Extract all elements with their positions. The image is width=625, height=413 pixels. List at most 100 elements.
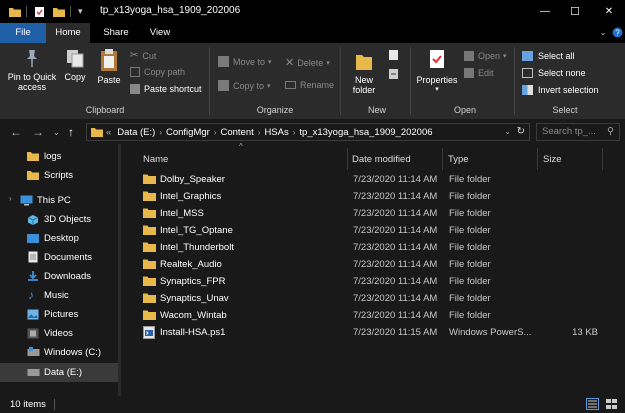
chevron-right-icon[interactable]: › — [293, 128, 296, 137]
up-arrow-icon[interactable]: ↑ — [68, 125, 74, 139]
refresh-icon[interactable]: ↻ — [517, 126, 525, 137]
address-history-chevron-icon[interactable]: ⌄ — [504, 127, 511, 136]
collapse-ribbon-icon[interactable]: ⌄ — [596, 23, 610, 43]
maximize-button[interactable]: ☐ — [560, 0, 590, 23]
nav-item-downloads[interactable]: Downloads — [0, 267, 118, 286]
chevron-right-icon[interactable]: › — [258, 128, 261, 137]
column-divider[interactable] — [442, 148, 443, 170]
tab-file[interactable]: File — [0, 23, 46, 43]
nav-item-data-e[interactable]: Data (E:) — [0, 363, 118, 382]
copy-path-icon — [130, 67, 140, 77]
column-divider[interactable] — [602, 148, 603, 170]
group-label-open: Open — [453, 105, 477, 115]
copy-path-button[interactable]: Copy path — [130, 67, 185, 77]
tab-view[interactable]: View — [140, 23, 180, 43]
table-row[interactable]: Intel_Thunderbolt 7/23/2020 11:14 AM Fil… — [142, 239, 612, 256]
navigation-pane: logs Scripts › This PC 3D Objects Deskto… — [0, 144, 121, 396]
select-all-button[interactable]: Select all — [522, 51, 575, 61]
file-date: 7/23/2020 11:14 AM — [353, 225, 438, 236]
tab-home[interactable]: Home — [46, 23, 90, 43]
move-to-button[interactable]: Move to ▾ — [218, 56, 272, 67]
nav-item-scripts[interactable]: Scripts — [0, 166, 118, 185]
chevron-right-icon[interactable]: › — [159, 128, 162, 137]
back-arrow-icon[interactable]: ← — [10, 125, 22, 139]
chevron-right-icon[interactable]: › — [9, 194, 12, 203]
customize-quick-access-icon[interactable]: ▾ — [78, 5, 83, 18]
open-button[interactable]: Open ▾ — [464, 51, 507, 61]
column-header-type[interactable]: Type — [448, 148, 469, 172]
table-row[interactable]: Intel_TG_Optane 7/23/2020 11:14 AM File … — [142, 222, 612, 239]
breadcrumb-data-e[interactable]: Data (E:) — [117, 127, 155, 138]
nav-item-3d-objects[interactable]: 3D Objects — [0, 210, 118, 229]
cut-button[interactable]: ✂ Cut — [130, 50, 156, 61]
nav-scrollbar[interactable] — [118, 144, 121, 396]
folder-icon — [143, 275, 156, 290]
search-input[interactable]: Search tp_... ⚲ — [536, 123, 620, 141]
table-row[interactable]: Dolby_Speaker 7/23/2020 11:14 AM File fo… — [142, 171, 612, 188]
nav-item-music[interactable]: ♪ Music — [0, 286, 118, 305]
nav-item-logs[interactable]: logs — [0, 147, 118, 166]
details-view-icon[interactable] — [586, 398, 599, 412]
table-row[interactable]: Wacom_Wintab 7/23/2020 11:14 AM File fol… — [142, 307, 612, 324]
nav-item-windows-c[interactable]: Windows (C:) — [0, 343, 118, 362]
table-row[interactable]: Synaptics_Unav 7/23/2020 11:14 AM File f… — [142, 290, 612, 307]
group-label-organize: Organize — [256, 105, 294, 115]
breadcrumb-hsas[interactable]: HSAs — [264, 127, 288, 138]
nav-item-this-pc[interactable]: › This PC — [0, 191, 118, 210]
breadcrumb-current-folder[interactable]: tp_x13yoga_hsa_1909_202006 — [299, 127, 432, 138]
file-type: File folder — [449, 191, 491, 202]
drive-icon — [27, 367, 40, 380]
new-item-button[interactable] — [384, 49, 404, 63]
chevron-right-icon[interactable]: › — [214, 128, 217, 137]
invert-selection-button[interactable]: Invert selection — [522, 85, 599, 95]
minimize-button[interactable]: — — [530, 0, 560, 23]
column-divider[interactable] — [537, 148, 538, 170]
delete-label: Delete — [297, 57, 324, 68]
column-header-size[interactable]: Size — [543, 148, 561, 172]
easy-access-button[interactable] — [384, 68, 404, 82]
nav-item-desktop[interactable]: Desktop — [0, 229, 118, 248]
recent-locations-icon[interactable]: ⌄ — [53, 128, 60, 137]
properties-quick-icon[interactable] — [34, 5, 45, 18]
new-folder-quick-icon[interactable] — [52, 5, 66, 18]
tab-share[interactable]: Share — [94, 23, 138, 43]
properties-button[interactable]: Properties ▾ — [414, 47, 460, 95]
nav-item-pictures[interactable]: Pictures — [0, 305, 118, 324]
new-folder-button[interactable]: New folder — [348, 49, 380, 95]
paste-button[interactable]: Paste — [94, 47, 124, 85]
nav-item-documents[interactable]: Documents — [0, 248, 118, 267]
address-bar[interactable]: « Data (E:) › ConfigMgr › Content › HSAs… — [86, 123, 530, 141]
select-none-button[interactable]: Select none — [522, 68, 586, 78]
table-row[interactable]: Intel_MSS 7/23/2020 11:14 AM File folder — [142, 205, 612, 222]
nav-label: 3D Objects — [44, 214, 91, 225]
breadcrumb-content[interactable]: Content — [220, 127, 253, 138]
paste-shortcut-icon — [130, 84, 140, 94]
column-header-name[interactable]: Name — [143, 148, 168, 172]
column-header-date-modified[interactable]: Date modified — [352, 148, 411, 172]
table-row[interactable]: Install-HSA.ps1 7/23/2020 11:15 AM Windo… — [142, 324, 612, 341]
table-row[interactable]: Intel_Graphics 7/23/2020 11:14 AM File f… — [142, 188, 612, 205]
nav-item-videos[interactable]: Videos — [0, 324, 118, 343]
delete-button[interactable]: ✕ Delete ▾ — [285, 56, 330, 69]
paste-icon — [101, 49, 117, 71]
large-icons-view-icon[interactable] — [605, 398, 618, 412]
music-icon: ♪ — [28, 288, 34, 302]
copy-button[interactable]: Copy — [62, 47, 88, 82]
group-label-new: New — [367, 105, 386, 115]
file-list-scrollbar[interactable] — [614, 144, 625, 396]
file-type: File folder — [449, 310, 491, 321]
copy-to-button[interactable]: Copy to ▾ — [218, 80, 271, 91]
rename-button[interactable]: Rename — [285, 80, 334, 90]
chevron-down-icon: ▾ — [435, 86, 439, 93]
breadcrumb-overflow[interactable]: « — [106, 127, 111, 138]
table-row[interactable]: Realtek_Audio 7/23/2020 11:14 AM File fo… — [142, 256, 612, 273]
column-divider[interactable] — [347, 148, 348, 170]
close-button[interactable]: ✕ — [594, 0, 624, 23]
pin-to-quick-access-button[interactable]: Pin to Quick access — [4, 47, 60, 92]
paste-shortcut-button[interactable]: Paste shortcut — [130, 84, 202, 94]
help-icon[interactable]: ? — [610, 23, 624, 43]
table-row[interactable]: Synaptics_FPR 7/23/2020 11:14 AM File fo… — [142, 273, 612, 290]
edit-button[interactable]: Edit — [464, 68, 494, 78]
forward-arrow-icon[interactable]: → — [32, 125, 44, 139]
breadcrumb-configmgr[interactable]: ConfigMgr — [166, 127, 210, 138]
